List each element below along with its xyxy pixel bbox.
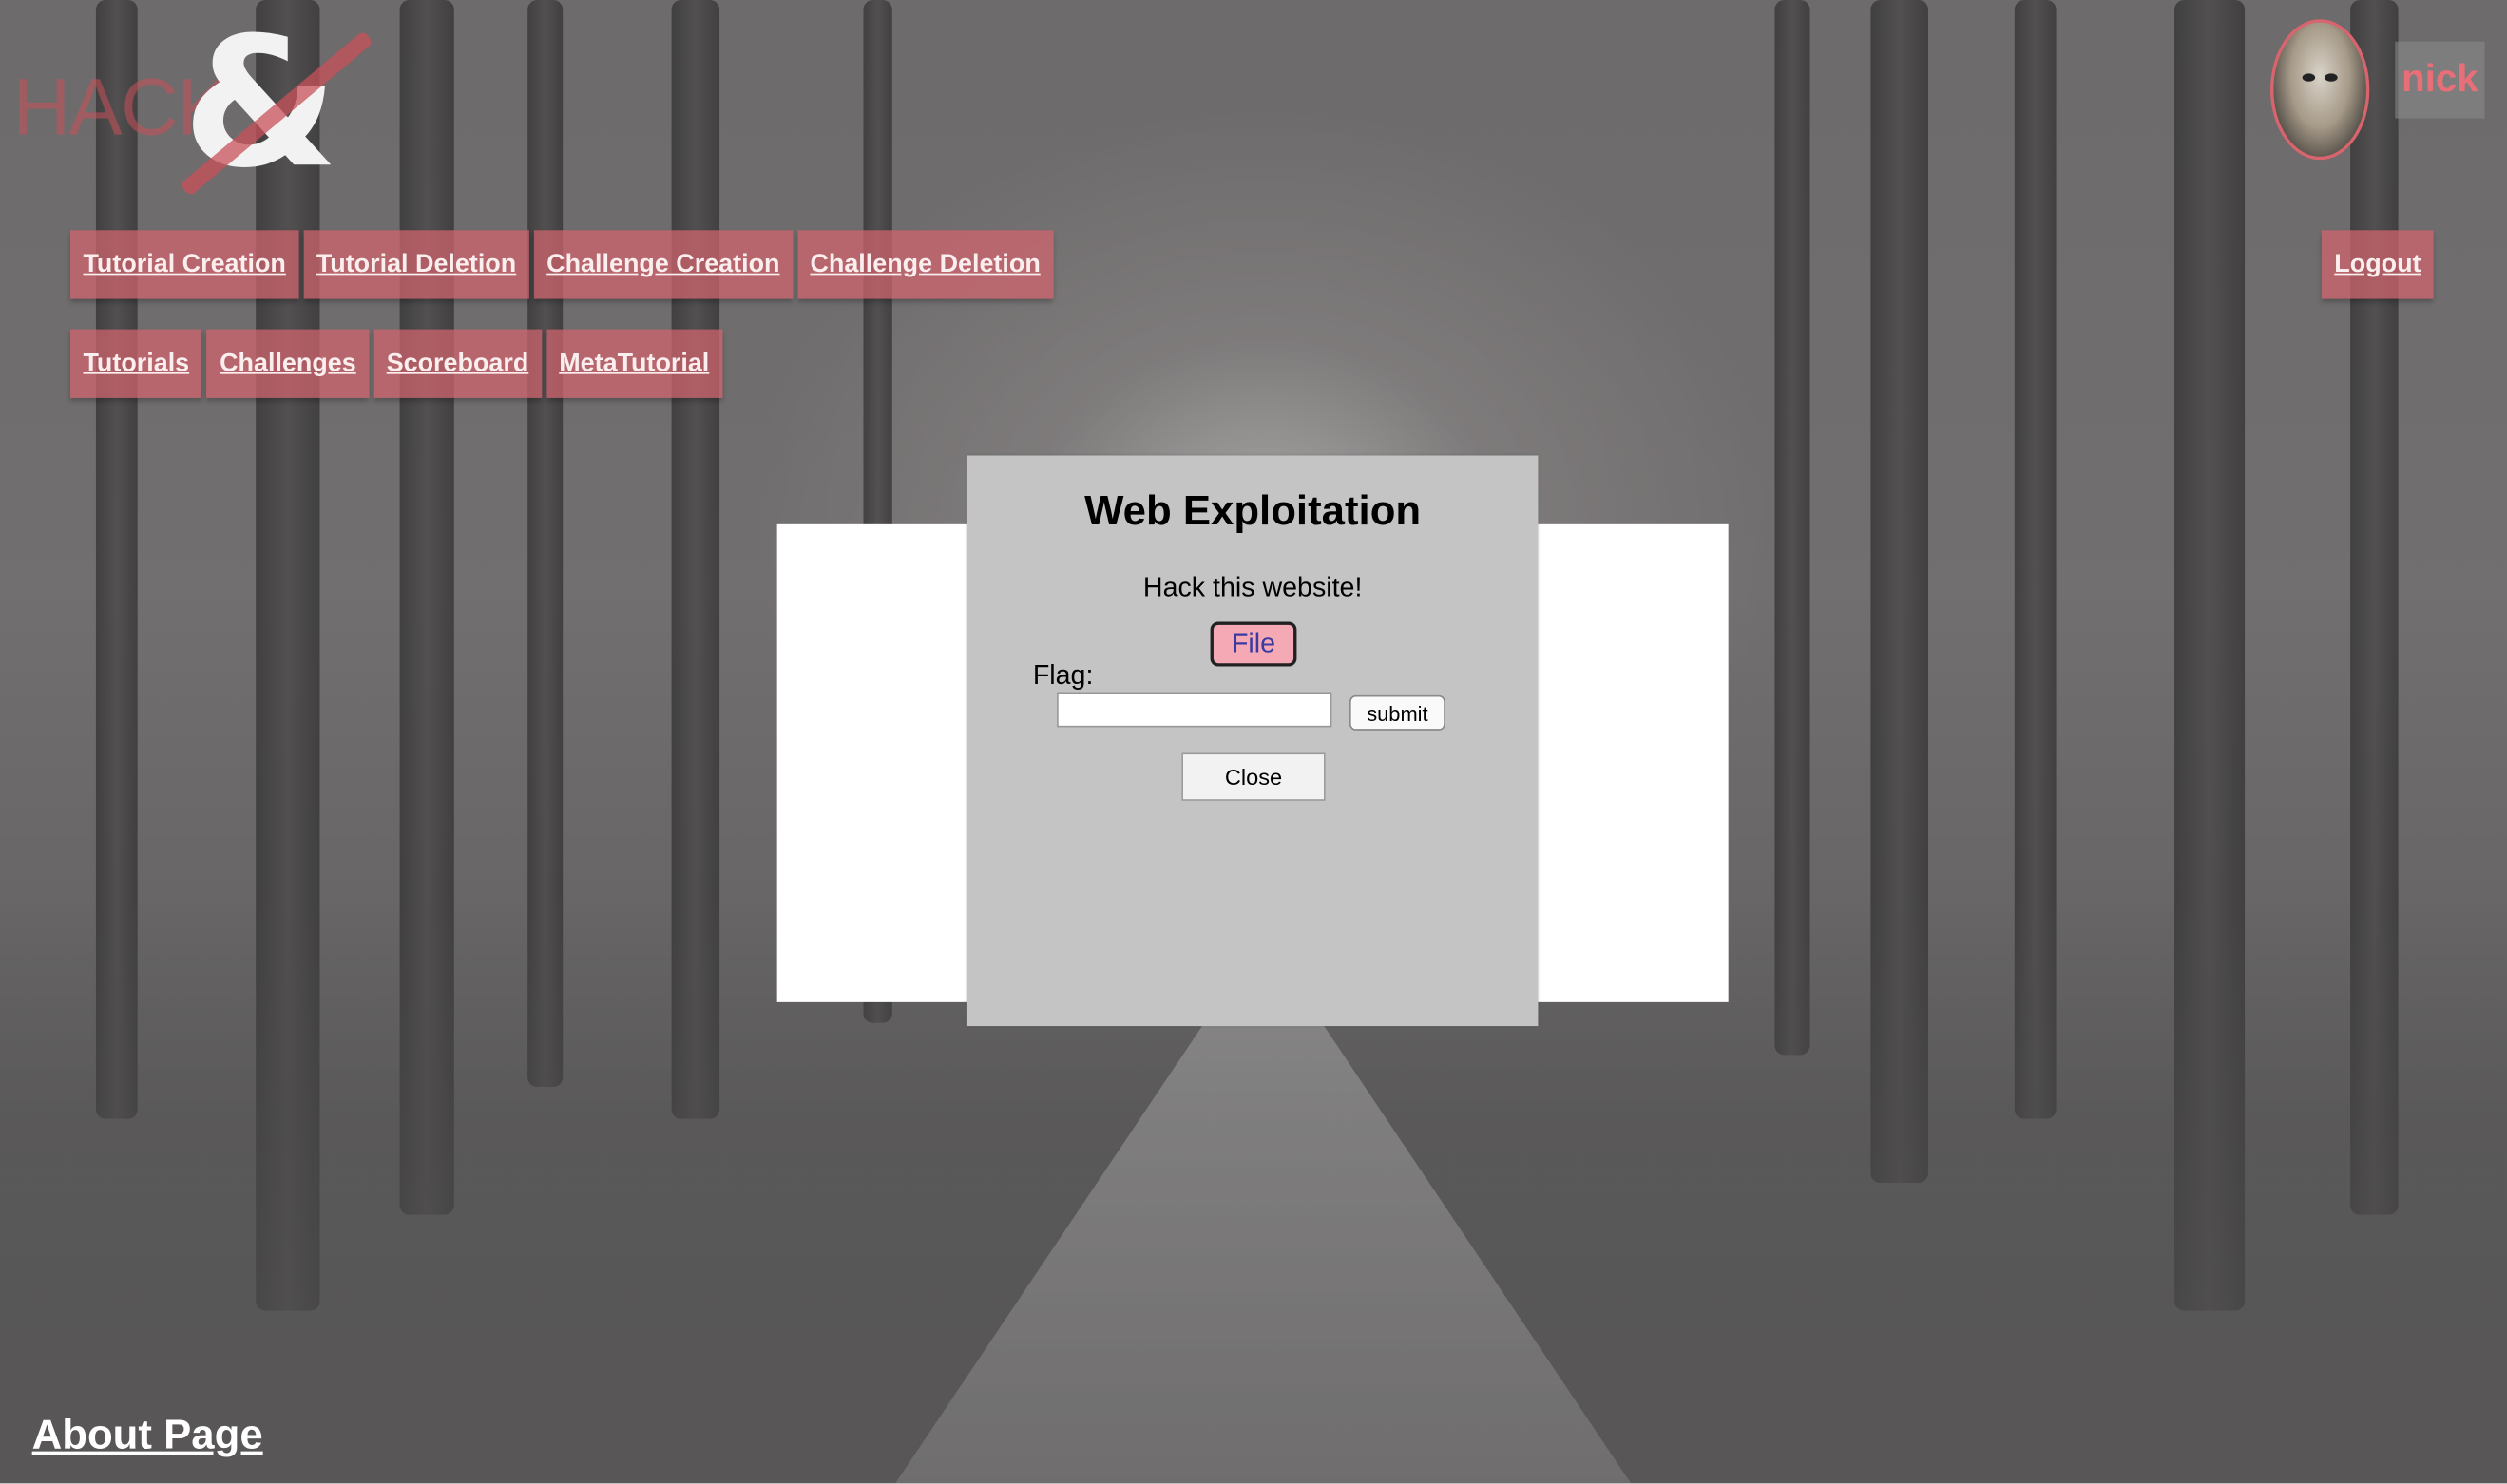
nav-challenges[interactable]: Challenges: [206, 329, 370, 398]
flag-label: Flag:: [1032, 659, 1094, 691]
about-page-link[interactable]: About Page: [32, 1410, 263, 1459]
admin-nav: Tutorial Creation Tutorial Deletion Chal…: [70, 230, 1054, 299]
file-button[interactable]: File: [1210, 621, 1297, 667]
close-button[interactable]: Close: [1181, 752, 1326, 801]
logout-button[interactable]: Logout: [2321, 230, 2434, 299]
flag-input[interactable]: [1057, 692, 1332, 728]
username-box[interactable]: nick: [2395, 41, 2485, 119]
nav-tutorial-deletion[interactable]: Tutorial Deletion: [303, 230, 529, 299]
modal-title: Web Exploitation: [1084, 485, 1422, 534]
main-nav: Tutorials Challenges Scoreboard MetaTuto…: [70, 329, 722, 398]
nav-challenge-creation[interactable]: Challenge Creation: [533, 230, 793, 299]
avatar-eye: [2325, 73, 2338, 82]
hockey-mask-avatar-icon[interactable]: [2270, 19, 2370, 161]
nav-tutorials[interactable]: Tutorials: [70, 329, 202, 398]
submit-button[interactable]: submit: [1349, 694, 1445, 731]
challenge-description: Hack this website!: [1142, 572, 1363, 603]
page: HACK & nick Tutorial Creation Tutorial D…: [0, 0, 2507, 1484]
username: nick: [2401, 57, 2478, 101]
nav-metatutorial[interactable]: MetaTutorial: [545, 329, 722, 398]
avatar-eye: [2302, 73, 2316, 82]
site-logo[interactable]: HACK &: [10, 0, 374, 208]
nav-challenge-deletion[interactable]: Challenge Deletion: [796, 230, 1054, 299]
nav-tutorial-creation[interactable]: Tutorial Creation: [70, 230, 299, 299]
challenge-modal: Web Exploitation Hack this website! File…: [966, 455, 1539, 1027]
nav-scoreboard[interactable]: Scoreboard: [373, 329, 542, 398]
